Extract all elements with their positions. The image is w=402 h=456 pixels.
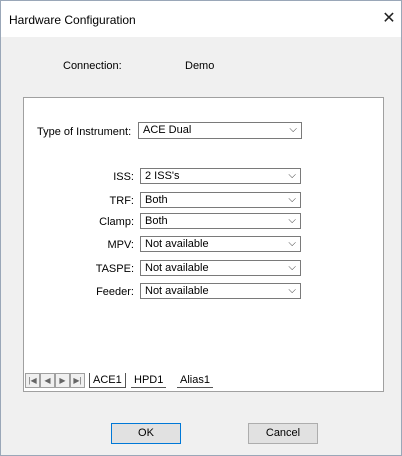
chevron-down-icon: ⌵ xyxy=(288,238,296,249)
connection-label: Connection: xyxy=(63,60,122,72)
taspe-label: TASPE: xyxy=(95,263,134,275)
chevron-down-icon: ⌵ xyxy=(289,124,297,135)
iss-label: ISS: xyxy=(113,171,134,183)
mpv-value: Not available xyxy=(145,238,209,250)
next-tab-icon[interactable]: ▶ xyxy=(55,373,70,388)
tab-alias1[interactable]: Alias1 xyxy=(177,373,213,388)
trf-label: TRF: xyxy=(109,195,134,207)
taspe-value: Not available xyxy=(145,262,209,274)
chevron-down-icon: ⌵ xyxy=(288,194,296,205)
connection-value: Demo xyxy=(185,60,215,72)
title-bar: Hardware Configuration ✕ xyxy=(1,1,401,37)
clamp-label: Clamp: xyxy=(99,216,134,228)
tab-ace1[interactable]: ACE1 xyxy=(89,373,126,388)
prev-tab-icon[interactable]: ◀ xyxy=(40,373,55,388)
chevron-down-icon: ⌵ xyxy=(288,285,296,296)
taspe-select[interactable]: Not available ⌵ xyxy=(140,260,301,276)
iss-select[interactable]: 2 ISS's ⌵ xyxy=(140,168,301,184)
trf-select[interactable]: Both ⌵ xyxy=(140,192,301,208)
iss-value: 2 ISS's xyxy=(145,170,180,182)
ok-button[interactable]: OK xyxy=(111,423,181,444)
chevron-down-icon: ⌵ xyxy=(288,215,296,226)
window-title: Hardware Configuration xyxy=(9,13,136,27)
trf-value: Both xyxy=(145,194,168,206)
feeder-label: Feeder: xyxy=(96,286,134,298)
mpv-label: MPV: xyxy=(107,239,135,251)
close-icon[interactable]: ✕ xyxy=(379,9,399,29)
last-tab-icon[interactable]: ▶| xyxy=(70,373,85,388)
chevron-down-icon: ⌵ xyxy=(288,170,296,181)
instrument-type-select[interactable]: ACE Dual ⌵ xyxy=(138,122,302,139)
tab-hpd1[interactable]: HPD1 xyxy=(131,373,167,388)
hardware-configuration-dialog: Hardware Configuration ✕ Connection: Dem… xyxy=(0,0,402,456)
cancel-button[interactable]: Cancel xyxy=(248,423,318,444)
clamp-value: Both xyxy=(145,215,168,227)
instrument-type-value: ACE Dual xyxy=(143,124,192,136)
mpv-select[interactable]: Not available ⌵ xyxy=(140,236,301,252)
chevron-down-icon: ⌵ xyxy=(288,262,296,273)
feeder-value: Not available xyxy=(145,285,209,297)
clamp-select[interactable]: Both ⌵ xyxy=(140,213,301,229)
instrument-type-label: Type of Instrument: xyxy=(37,126,132,138)
feeder-select[interactable]: Not available ⌵ xyxy=(140,283,301,299)
first-tab-icon[interactable]: |◀ xyxy=(25,373,40,388)
